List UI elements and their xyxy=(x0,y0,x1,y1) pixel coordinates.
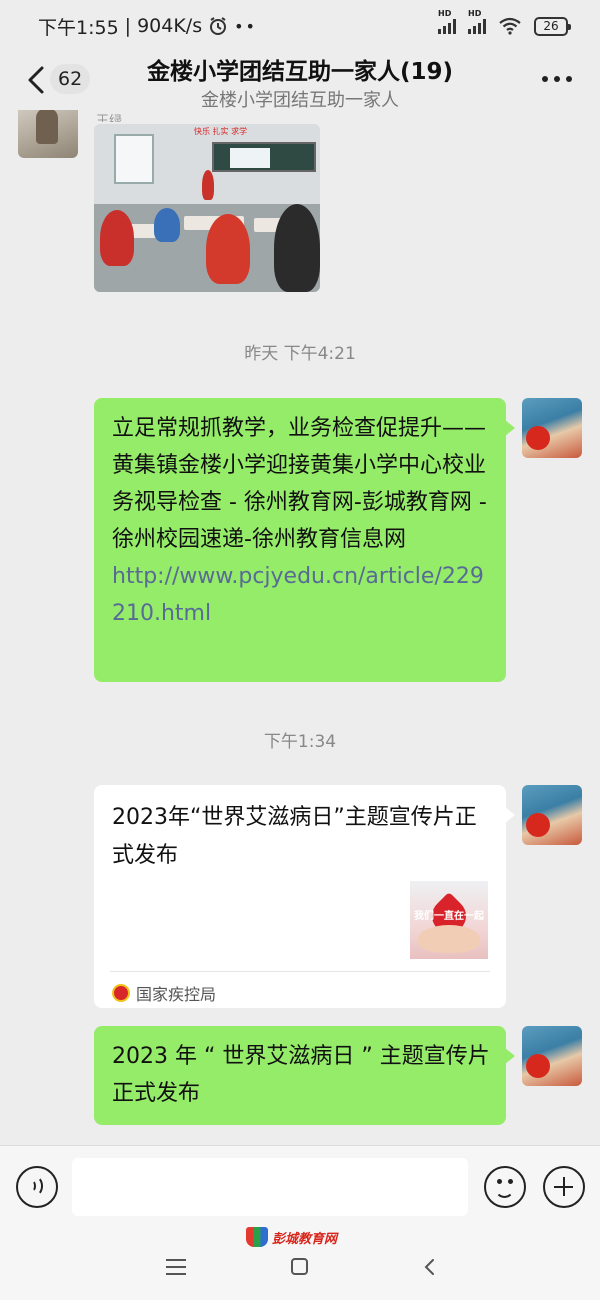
photo-screen xyxy=(230,148,270,168)
timestamp: 昨天 下午4:21 xyxy=(244,344,356,364)
card-source: 国家疾控局 xyxy=(112,981,216,1005)
nav-home-icon[interactable] xyxy=(291,1258,308,1275)
signal-icon-1: HD xyxy=(438,9,456,34)
sender-name: 王绿 xyxy=(96,114,123,122)
watermark-text: 彭城教育网 xyxy=(272,1231,338,1247)
signal-icon-2: HD xyxy=(468,9,486,34)
chat-header: 62 金楼小学团结互助一家人(19) 金楼小学团结互助一家人 xyxy=(0,52,600,111)
notification-dots-icon: •• xyxy=(234,16,257,36)
timestamp: 下午1:34 xyxy=(263,732,337,752)
chat-title: 金楼小学团结互助一家人(19) xyxy=(146,59,454,85)
shared-card[interactable]: 2023年“世界艾滋病日”主题宣传片正式发布 我们一直在一起 国家疾控局 xyxy=(94,785,515,1008)
status-separator: | xyxy=(124,15,132,37)
photo-student xyxy=(274,204,320,292)
status-left: 下午1:55 | 904K/s •• xyxy=(38,13,257,40)
voice-icon[interactable] xyxy=(16,1166,58,1208)
chat-subtitle: 金楼小学团结互助一家人 xyxy=(201,90,399,111)
alarm-icon xyxy=(210,17,227,35)
chat-area[interactable]: 王绿 快乐 扎实 求学 昨天 下午4:21 立足常规抓教学，业务检查促提升——黄… xyxy=(0,110,600,1145)
hd-label: HD xyxy=(468,9,482,18)
more-icon[interactable] xyxy=(542,76,572,84)
photo-window xyxy=(114,134,154,184)
text-message-bubble[interactable]: 2023 年 “ 世界艾滋病日 ” 主题宣传片正式发布 xyxy=(94,1026,515,1125)
thumbnail-caption: 我们一直在一起 xyxy=(414,911,484,922)
avatar-ball xyxy=(526,1054,550,1078)
card-thumbnail: 我们一直在一起 xyxy=(410,881,488,959)
card-title: 2023年“世界艾滋病日”主题宣传片正式发布 xyxy=(112,805,477,868)
sender-avatar[interactable] xyxy=(18,110,78,158)
status-bar: 下午1:55 | 904K/s •• HD HD 26 xyxy=(0,0,600,52)
hd-label: HD xyxy=(438,9,452,18)
unread-count-badge[interactable]: 62 xyxy=(50,64,91,94)
status-time: 下午1:55 xyxy=(38,16,119,39)
battery-indicator: 26 xyxy=(534,16,571,36)
plus-icon[interactable] xyxy=(543,1166,585,1208)
photo-banner: 快乐 扎实 求学 xyxy=(194,127,248,136)
card-divider xyxy=(110,971,490,972)
my-avatar[interactable] xyxy=(522,398,582,458)
photo-student xyxy=(206,214,250,284)
card-source-label: 国家疾控局 xyxy=(136,985,217,1004)
classroom-photo[interactable]: 快乐 扎实 求学 xyxy=(94,124,320,292)
article-link[interactable]: http://www.pcjyedu.cn/article/229210.htm… xyxy=(112,564,484,626)
photo-student xyxy=(100,210,134,266)
avatar-ball xyxy=(526,426,550,450)
photo-student xyxy=(154,208,180,242)
input-bar xyxy=(0,1145,600,1225)
avatar-statue xyxy=(36,110,58,144)
watermark: 彭城教育网 xyxy=(246,1227,337,1247)
my-avatar[interactable] xyxy=(522,785,582,845)
text-message: 2023 年 “ 世界艾滋病日 ” 主题宣传片正式发布 xyxy=(112,1044,490,1106)
link-message-bubble[interactable]: 立足常规抓教学，业务检查促提升——黄集镇金楼小学迎接黄集小学中心校业务视导检查 … xyxy=(94,398,515,682)
avatar-ball xyxy=(526,813,550,837)
nav-menu-icon[interactable] xyxy=(166,1259,186,1275)
system-nav-bar: 彭城教育网 xyxy=(0,1225,600,1300)
emoji-icon[interactable] xyxy=(484,1166,526,1208)
wifi-icon xyxy=(499,17,521,35)
message-input[interactable] xyxy=(72,1158,468,1216)
status-right: HD HD 26 xyxy=(438,9,571,36)
watermark-logo-icon xyxy=(246,1227,268,1247)
photo-teacher xyxy=(202,170,214,200)
link-message-text: 立足常规抓教学，业务检查促提升——黄集镇金楼小学迎接黄集小学中心校业务视导检查 … xyxy=(112,416,487,552)
hands-image xyxy=(418,925,480,953)
nav-back-icon[interactable] xyxy=(420,1257,440,1277)
emblem-icon xyxy=(112,984,130,1002)
my-avatar[interactable] xyxy=(522,1026,582,1086)
status-speed: 904K/s xyxy=(137,15,203,37)
back-icon[interactable] xyxy=(24,62,48,98)
